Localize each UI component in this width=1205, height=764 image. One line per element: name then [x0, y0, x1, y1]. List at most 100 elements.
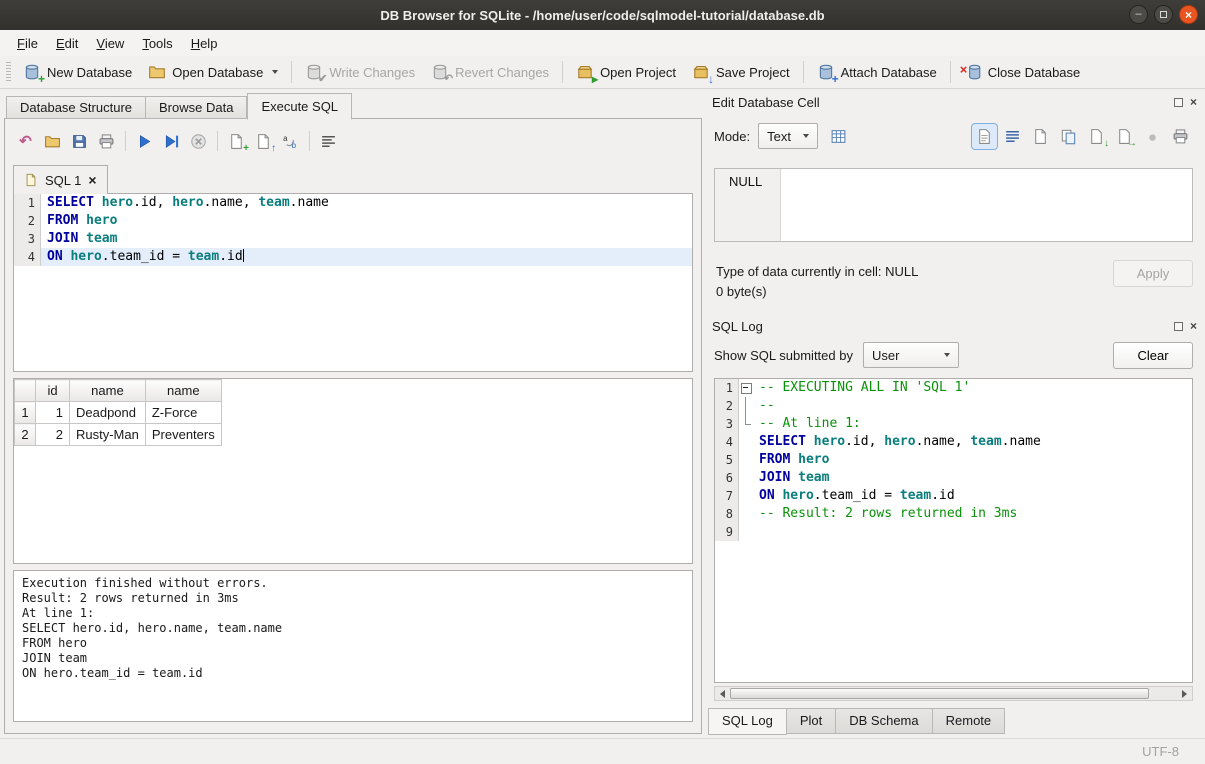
find-replace-button[interactable]: ab: [278, 129, 303, 154]
cell-value-editor[interactable]: NULL: [714, 168, 1193, 242]
fold-marker: [739, 433, 753, 451]
results-corner-header[interactable]: [15, 380, 36, 402]
clear-log-button[interactable]: Clear: [1113, 342, 1193, 369]
results-column-header[interactable]: id: [36, 380, 70, 402]
new-database-button[interactable]: + New Database: [15, 59, 140, 85]
sql-log-viewer[interactable]: 1-- EXECUTING ALL IN 'SQL 1'2--3-- At li…: [714, 378, 1193, 683]
menu-file[interactable]: File: [8, 32, 47, 55]
sql-log-line[interactable]: 8-- Result: 2 rows returned in 3ms: [715, 505, 1192, 523]
menu-view[interactable]: View: [87, 32, 133, 55]
sql-editor[interactable]: 1SELECT hero.id, hero.name, team.name2FR…: [13, 193, 693, 372]
code-line-text: -- Result: 2 rows returned in 3ms: [753, 505, 1192, 523]
menu-help[interactable]: Help: [182, 32, 227, 55]
close-dock-icon[interactable]: ×: [1190, 96, 1197, 108]
open-sql-file-button[interactable]: [40, 129, 65, 154]
results-column-header[interactable]: name: [70, 380, 146, 402]
write-changes-button[interactable]: ✔ Write Changes: [297, 59, 423, 85]
revert-changes-button[interactable]: ↶ Revert Changes: [423, 59, 557, 85]
stop-execution-button[interactable]: [186, 129, 211, 154]
scroll-right-arrow[interactable]: [1177, 687, 1192, 700]
save-project-button[interactable]: ↓ Save Project: [684, 59, 798, 85]
save-sql-file-button[interactable]: [67, 129, 92, 154]
dock-tab-db-schema[interactable]: DB Schema: [836, 708, 932, 734]
sql-log-line[interactable]: 9: [715, 523, 1192, 541]
row-number-header[interactable]: 1: [15, 402, 36, 424]
sql-log-line[interactable]: 4SELECT hero.id, hero.name, team.name: [715, 433, 1192, 451]
log-filter-combobox[interactable]: User: [863, 342, 959, 368]
close-tab-icon[interactable]: ×: [88, 173, 96, 187]
sql-log-line[interactable]: 3-- At line 1:: [715, 415, 1192, 433]
format-sql-button[interactable]: [316, 129, 341, 154]
execute-all-button[interactable]: [132, 129, 157, 154]
dock-tab-sql-log[interactable]: SQL Log: [708, 708, 787, 735]
attach-database-button[interactable]: + Attach Database: [809, 59, 945, 85]
close-button[interactable]: ×: [1179, 5, 1198, 24]
sql-log-line[interactable]: 5FROM hero: [715, 451, 1192, 469]
results-column-header[interactable]: name: [145, 380, 221, 402]
titlebar[interactable]: DB Browser for SQLite - /home/user/code/…: [0, 0, 1205, 30]
encoding-indicator[interactable]: UTF-8: [1142, 744, 1179, 759]
open-sql-tab-button[interactable]: ↑: [251, 129, 276, 154]
sql-editor-line[interactable]: 3JOIN team: [14, 230, 692, 248]
open-project-button[interactable]: ▸ Open Project: [568, 59, 684, 85]
float-dock-icon[interactable]: [1174, 322, 1183, 331]
execute-current-line-button[interactable]: [159, 129, 184, 154]
toolbar-handle[interactable]: [6, 62, 11, 82]
undo-button[interactable]: ↶: [13, 129, 38, 154]
sql-editor-line[interactable]: 2FROM hero: [14, 212, 692, 230]
tab-database-structure[interactable]: Database Structure: [6, 96, 146, 119]
results-cell[interactable]: 2: [36, 424, 70, 446]
sql-1-tab[interactable]: SQL 1 ×: [13, 165, 108, 194]
results-cell[interactable]: Preventers: [145, 424, 221, 446]
results-cell[interactable]: 1: [36, 402, 70, 424]
fold-marker[interactable]: [739, 379, 753, 397]
sql-log-title: SQL Log: [712, 319, 1174, 334]
execution-output[interactable]: Execution finished without errors. Resul…: [13, 570, 693, 722]
dock-tab-plot[interactable]: Plot: [787, 708, 836, 734]
close-database-button[interactable]: × Close Database: [956, 59, 1089, 85]
new-sql-tab-button[interactable]: +: [224, 129, 249, 154]
open-cell-file-button[interactable]: [1028, 124, 1053, 149]
log-horizontal-scrollbar[interactable]: [714, 686, 1193, 701]
float-dock-icon[interactable]: [1174, 98, 1183, 107]
scrollbar-thumb[interactable]: [730, 688, 1149, 699]
sql-log-line[interactable]: 7ON hero.team_id = team.id: [715, 487, 1192, 505]
cell-format-settings-button[interactable]: [826, 124, 851, 149]
copy-cell-button[interactable]: [1056, 124, 1081, 149]
open-database-button[interactable]: Open Database: [140, 59, 286, 85]
set-null-button[interactable]: [1140, 124, 1165, 149]
menu-tools[interactable]: Tools: [133, 32, 181, 55]
scroll-left-arrow[interactable]: [715, 687, 730, 700]
close-database-label: Close Database: [988, 65, 1081, 80]
results-cell[interactable]: Z-Force: [145, 402, 221, 424]
mode-combobox[interactable]: Text: [758, 123, 818, 149]
tab-browse-data[interactable]: Browse Data: [146, 96, 247, 119]
minimize-button[interactable]: –: [1129, 5, 1148, 24]
sql-editor-line[interactable]: 1SELECT hero.id, hero.name, team.name: [14, 194, 692, 212]
import-cell-data-button[interactable]: ↓: [1084, 124, 1109, 149]
sql-log-line[interactable]: 6JOIN team: [715, 469, 1192, 487]
tab-execute-sql[interactable]: Execute SQL: [247, 93, 352, 120]
maximize-button[interactable]: [1154, 5, 1173, 24]
apply-button[interactable]: Apply: [1113, 260, 1193, 287]
print-cell-button[interactable]: [1168, 124, 1193, 149]
text-view-button[interactable]: [972, 124, 997, 149]
sql-log-line[interactable]: 2--: [715, 397, 1192, 415]
results-cell[interactable]: Rusty-Man: [70, 424, 146, 446]
write-changes-label: Write Changes: [329, 65, 415, 80]
results-grid-area: idnamename 11DeadpondZ-Force22Rusty-ManP…: [13, 378, 693, 564]
dock-tab-remote[interactable]: Remote: [933, 708, 1006, 734]
sql-log-line[interactable]: 1-- EXECUTING ALL IN 'SQL 1': [715, 379, 1192, 397]
open-database-dropdown-caret[interactable]: [272, 70, 278, 74]
results-cell[interactable]: Deadpond: [70, 402, 146, 424]
import-icon: ↓: [1088, 128, 1105, 145]
word-wrap-button[interactable]: [1000, 124, 1025, 149]
sql-editor-line[interactable]: 4ON hero.team_id = team.id: [14, 248, 692, 266]
print-sql-button[interactable]: [94, 129, 119, 154]
row-number-header[interactable]: 2: [15, 424, 36, 446]
menu-edit[interactable]: Edit: [47, 32, 87, 55]
fold-marker: [739, 397, 753, 415]
cell-edit-area[interactable]: [781, 169, 1192, 241]
export-cell-data-button[interactable]: →: [1112, 124, 1137, 149]
close-dock-icon[interactable]: ×: [1190, 320, 1197, 332]
